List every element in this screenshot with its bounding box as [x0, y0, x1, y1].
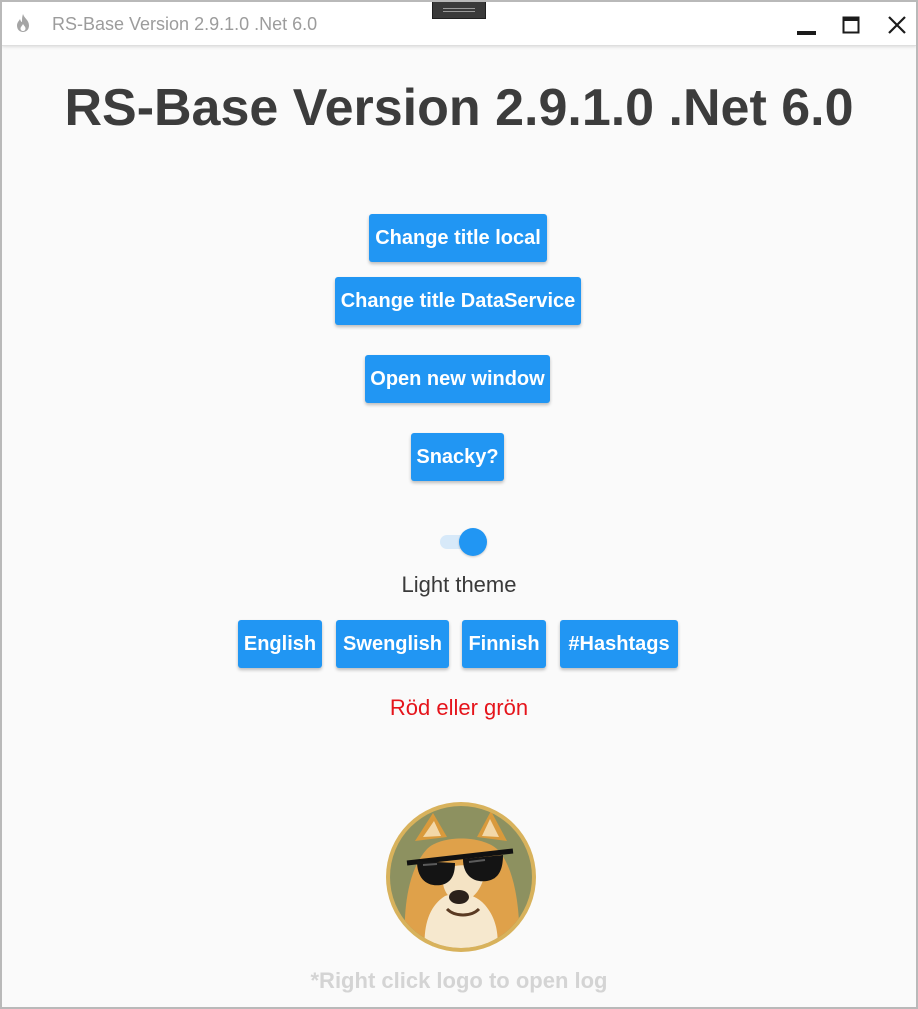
doge-sunglasses-logo[interactable]: [385, 801, 537, 953]
swenglish-button[interactable]: Swenglish: [336, 620, 449, 668]
title-bar[interactable]: RS-Base Version 2.9.1.0 .Net 6.0: [2, 2, 916, 46]
open-log-hint: *Right click logo to open log: [310, 968, 608, 993]
drag-handle[interactable]: [432, 2, 486, 19]
finnish-button[interactable]: Finnish: [462, 620, 546, 668]
snacky-button[interactable]: Snacky?: [411, 433, 504, 481]
app-window: RS-Base Version 2.9.1.0 .Net 6.0 RS-Base…: [0, 0, 918, 1009]
close-icon[interactable]: [882, 10, 912, 40]
toggle-knob: [459, 528, 487, 556]
flame-icon: [17, 14, 29, 32]
english-button[interactable]: English: [238, 620, 322, 668]
change-title-dataservice-button[interactable]: Change title DataService: [335, 277, 581, 325]
open-new-window-button[interactable]: Open new window: [365, 355, 550, 403]
window-title: RS-Base Version 2.9.1.0 .Net 6.0: [52, 14, 318, 34]
theme-label: Light theme: [401, 572, 517, 597]
hashtags-button[interactable]: #Hashtags: [560, 620, 678, 668]
maximize-icon[interactable]: [836, 10, 866, 40]
minimize-icon[interactable]: [790, 10, 820, 40]
color-text: Röd eller grön: [389, 695, 529, 720]
theme-toggle[interactable]: [438, 527, 488, 557]
page-title: RS-Base Version 2.9.1.0 .Net 6.0: [64, 79, 854, 137]
change-title-local-button[interactable]: Change title local: [369, 214, 547, 262]
